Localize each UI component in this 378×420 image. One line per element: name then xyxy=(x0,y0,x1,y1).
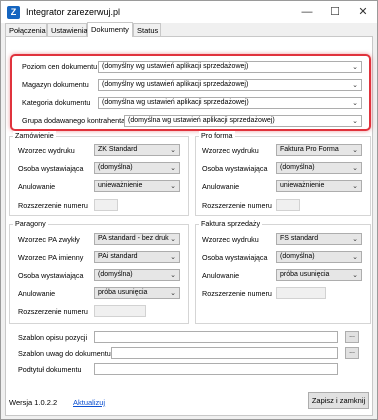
receipt-cancel-label: Anulowanie xyxy=(18,289,56,298)
proforma-group-title: Pro forma xyxy=(199,131,235,140)
order-template-label: Wzorzec wydruku xyxy=(18,146,75,155)
chevron-down-icon: ⌄ xyxy=(352,272,358,279)
chevron-down-icon: ⌄ xyxy=(170,165,176,172)
order-numext-input[interactable] xyxy=(94,199,118,211)
tab-ustawienia[interactable]: Ustawienia xyxy=(47,23,88,36)
order-cancel-select[interactable]: unieważnienie ⌄ xyxy=(94,180,180,192)
receipt-numext-label: Rozszerzenie numeru xyxy=(18,307,88,316)
invoice-numext-label: Rozszerzenie numeru xyxy=(202,289,272,298)
subtitle-label: Podtytuł dokumentu xyxy=(18,365,82,374)
update-link[interactable]: Aktualizuj xyxy=(73,398,105,407)
chevron-down-icon: ⌄ xyxy=(170,254,176,261)
chevron-down-icon: ⌄ xyxy=(170,272,176,279)
invoice-cancel-select[interactable]: próba usunięcia ⌄ xyxy=(276,269,362,281)
chevron-down-icon: ⌄ xyxy=(352,165,358,172)
proforma-numext-label: Rozszerzenie numeru xyxy=(202,201,272,210)
customer-group-select[interactable]: (domyślna wg ustawień aplikacji sprzedaż… xyxy=(124,115,362,127)
item-template-input[interactable] xyxy=(94,331,338,343)
order-numext-label: Rozszerzenie numeru xyxy=(18,201,88,210)
chevron-down-icon: ⌄ xyxy=(352,100,358,107)
proforma-issuer-select[interactable]: (domyślna) ⌄ xyxy=(276,162,362,174)
customer-group-label: Grupa dodawanego kontrahenta xyxy=(22,116,126,125)
title-bar: Z Integrator zarezerwuj.pl — ☐ ✕ xyxy=(1,1,377,23)
chevron-down-icon: ⌄ xyxy=(170,183,176,190)
chevron-down-icon: ⌄ xyxy=(170,147,176,154)
category-select[interactable]: (domyślna wg ustawień aplikacji sprzedaż… xyxy=(98,97,362,109)
window-title: Integrator zarezerwuj.pl xyxy=(26,7,121,17)
receipt-numext-input[interactable] xyxy=(94,305,146,317)
proforma-template-label: Wzorzec wydruku xyxy=(202,146,259,155)
invoice-issuer-select[interactable]: (domyślna) ⌄ xyxy=(276,251,362,263)
proforma-issuer-label: Osoba wystawiająca xyxy=(202,164,268,173)
tab-dokumenty[interactable]: Dokumenty xyxy=(87,22,133,37)
chevron-down-icon: ⌄ xyxy=(352,183,358,190)
close-button[interactable]: ✕ xyxy=(349,1,377,23)
receipt-regular-label: Wzorzec PA zwykły xyxy=(18,235,80,244)
invoice-template-label: Wzorzec wydruku xyxy=(202,235,259,244)
chevron-down-icon: ⌄ xyxy=(352,82,358,89)
chevron-down-icon: ⌄ xyxy=(170,236,176,243)
receipt-regular-select[interactable]: PA standard - bez druk ⌄ xyxy=(94,233,180,245)
app-logo-icon: Z xyxy=(7,6,20,19)
order-group-title: Zamówienie xyxy=(13,131,56,140)
warehouse-label: Magazyn dokumentu xyxy=(22,80,89,89)
chevron-down-icon: ⌄ xyxy=(352,147,358,154)
invoice-numext-input[interactable] xyxy=(276,287,326,299)
receipt-cancel-select[interactable]: próba usunięcia ⌄ xyxy=(94,287,180,299)
warehouse-select[interactable]: (domyślny wg ustawień aplikacji sprzedaż… xyxy=(98,79,362,91)
maximize-button[interactable]: ☐ xyxy=(321,1,349,23)
proforma-template-select[interactable]: Faktura Pro Forma ⌄ xyxy=(276,144,362,156)
chevron-down-icon: ⌄ xyxy=(352,64,358,71)
receipt-issuer-select[interactable]: (domyślna) ⌄ xyxy=(94,269,180,281)
item-template-browse-button[interactable]: ... xyxy=(345,331,359,343)
invoice-group-title: Faktura sprzedaży xyxy=(199,219,263,228)
chevron-down-icon: ⌄ xyxy=(352,236,358,243)
order-issuer-label: Osoba wystawiająca xyxy=(18,164,84,173)
category-label: Kategoria dokumentu xyxy=(22,98,91,107)
notes-template-browse-button[interactable]: ... xyxy=(345,347,359,359)
receipt-issuer-label: Osoba wystawiająca xyxy=(18,271,84,280)
minimize-button[interactable]: — xyxy=(293,1,321,23)
chevron-down-icon: ⌄ xyxy=(352,254,358,261)
order-issuer-select[interactable]: (domyślna) ⌄ xyxy=(94,162,180,174)
proforma-numext-input[interactable] xyxy=(276,199,300,211)
documents-panel: Poziom cen dokumentu (domyślny wg ustawi… xyxy=(5,36,373,416)
notes-template-input[interactable] xyxy=(111,347,338,359)
invoice-cancel-label: Anulowanie xyxy=(202,271,240,280)
receipt-named-select[interactable]: PAi standard ⌄ xyxy=(94,251,180,263)
invoice-template-select[interactable]: FS standard ⌄ xyxy=(276,233,362,245)
subtitle-input[interactable] xyxy=(94,363,338,375)
version-label: Wersja 1.0.2.2 xyxy=(9,398,58,407)
proforma-cancel-select[interactable]: unieważnienie ⌄ xyxy=(276,180,362,192)
tab-status[interactable]: Status xyxy=(133,23,161,36)
receipts-group-title: Paragony xyxy=(13,219,48,228)
price-level-select[interactable]: (domyślny wg ustawień aplikacji sprzedaż… xyxy=(98,61,362,73)
chevron-down-icon: ⌄ xyxy=(170,290,176,297)
save-and-close-button[interactable]: Zapisz i zamknij xyxy=(308,392,369,409)
price-level-label: Poziom cen dokumentu xyxy=(22,62,98,71)
chevron-down-icon: ⌄ xyxy=(352,118,358,125)
proforma-cancel-label: Anulowanie xyxy=(202,182,240,191)
order-cancel-label: Anulowanie xyxy=(18,182,56,191)
app-window: Z Integrator zarezerwuj.pl — ☐ ✕ Połącze… xyxy=(0,0,378,420)
item-template-label: Szablon opisu pozycji xyxy=(18,333,88,342)
notes-template-label: Szablon uwag do dokumentu xyxy=(18,349,111,358)
invoice-issuer-label: Osoba wystawiająca xyxy=(202,253,268,262)
receipt-named-label: Wzorzec PA imienny xyxy=(18,253,84,262)
tab-polaczenia[interactable]: Połączenia xyxy=(5,23,47,36)
order-template-select[interactable]: ZK Standard ⌄ xyxy=(94,144,180,156)
